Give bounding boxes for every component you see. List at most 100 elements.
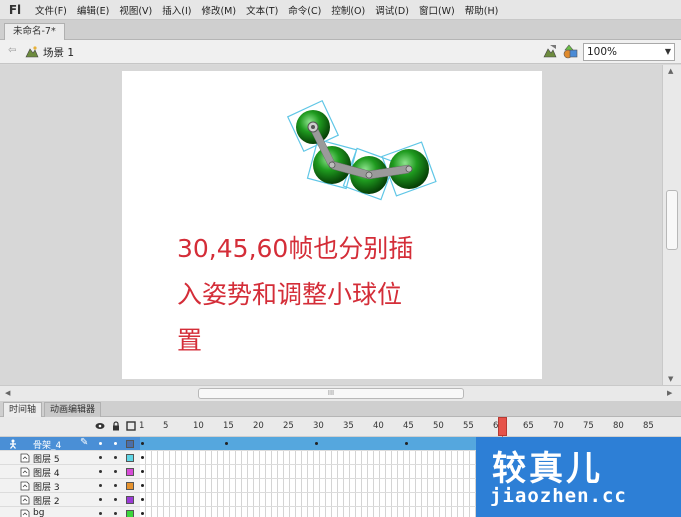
keyframe[interactable] (141, 512, 144, 515)
keyframe[interactable] (405, 442, 408, 445)
ruler-tick-label: 70 (553, 421, 564, 431)
layer-name[interactable]: 图层 2 (33, 494, 60, 507)
watermark: 较真儿 jiaozhen.cc (476, 437, 681, 517)
visibility-dot[interactable] (99, 512, 102, 515)
visibility-dot[interactable] (99, 470, 102, 473)
app-logo: Fl (8, 2, 22, 17)
caption-line: 30,45,60帧也分别插 (177, 234, 414, 263)
layer-icon (20, 453, 30, 463)
lock-dot[interactable] (114, 470, 117, 473)
horizontal-scrollbar[interactable]: ◀ III ▶ (0, 385, 681, 401)
layer-row[interactable]: 骨架_4 ✎ (0, 437, 140, 451)
lock-dot[interactable] (114, 442, 117, 445)
menu-item[interactable]: 插入(I) (157, 3, 196, 17)
menu-item[interactable]: 文件(F) (30, 3, 72, 17)
ruler-tick-label: 1 (139, 421, 145, 431)
vertical-scrollbar[interactable]: ▲ ▼ (662, 65, 681, 385)
timeline-header: 1510152025303540455055606570758085 (0, 417, 681, 437)
layer-row[interactable]: 图层 3 (0, 479, 140, 493)
menu-item[interactable]: 控制(O) (326, 3, 370, 17)
layer-outline-swatch[interactable] (126, 496, 134, 504)
horizontal-scroll-thumb[interactable]: III (198, 388, 464, 399)
scroll-left-icon[interactable]: ◀ (5, 389, 10, 397)
ruler-tick-label: 30 (313, 421, 324, 431)
ruler-tick-label: 50 (433, 421, 444, 431)
zoom-value: 100% (587, 46, 618, 58)
scene-label[interactable]: 场景 1 (43, 45, 74, 60)
menu-item[interactable]: 命令(C) (283, 3, 326, 17)
playhead[interactable] (498, 417, 507, 436)
edit-bar: ⇦ 场景 1 100% ▼ (0, 40, 681, 64)
lock-dot[interactable] (114, 512, 117, 515)
caption-line: 入姿势和调整小球位 (177, 280, 403, 309)
edit-symbols-icon[interactable] (563, 44, 579, 59)
layer-row[interactable]: 图层 2 (0, 493, 140, 507)
layer-name[interactable]: 图层 5 (33, 452, 60, 465)
layer-outline-swatch[interactable] (126, 440, 134, 448)
layer-outline-swatch[interactable] (126, 468, 134, 476)
keyframe[interactable] (225, 442, 228, 445)
scroll-right-icon[interactable]: ▶ (667, 389, 672, 397)
layer-name[interactable]: 图层 4 (33, 466, 60, 479)
menu-item[interactable]: 编辑(E) (72, 3, 114, 17)
back-arrow-icon[interactable]: ⇦ (8, 45, 16, 56)
layer-outline-swatch[interactable] (126, 454, 134, 462)
watermark-title: 较真儿 (492, 449, 603, 489)
ruler-tick-label: 40 (373, 421, 384, 431)
layer-row[interactable]: 图层 4 (0, 465, 140, 479)
tab-motion-editor[interactable]: 动画编辑器 (44, 402, 102, 417)
visibility-dot[interactable] (99, 484, 102, 487)
vertical-scroll-thumb[interactable] (666, 190, 678, 250)
ruler-tick-label: 55 (463, 421, 474, 431)
menu-item[interactable]: 视图(V) (114, 3, 157, 17)
visibility-dot[interactable] (99, 498, 102, 501)
menu-item[interactable]: 文本(T) (241, 3, 283, 17)
keyframe[interactable] (141, 484, 144, 487)
document-tab[interactable]: 未命名-7* (4, 23, 65, 40)
watermark-url: jiaozhen.cc (490, 485, 627, 507)
zoom-select[interactable]: 100% ▼ (583, 43, 675, 61)
ruler-tick-label: 25 (283, 421, 294, 431)
menu-item[interactable]: 调试(D) (370, 3, 414, 17)
ruler-tick-label: 75 (583, 421, 594, 431)
keyframe[interactable] (141, 498, 144, 501)
eye-icon[interactable] (95, 421, 105, 431)
menu-item[interactable]: 修改(M) (196, 3, 241, 17)
layer-row[interactable]: 图层 5 (0, 451, 140, 465)
lock-dot[interactable] (114, 456, 117, 459)
layer-outline-swatch[interactable] (126, 482, 134, 490)
menu-item[interactable]: 窗口(W) (414, 3, 460, 17)
layer-icon (20, 481, 30, 491)
layer-name[interactable]: 骨架_4 (33, 438, 61, 451)
layer-outline-swatch[interactable] (126, 510, 134, 517)
keyframe[interactable] (141, 442, 144, 445)
layer-icon (20, 467, 30, 477)
edit-scene-icon[interactable] (542, 44, 558, 59)
ruler-tick-label: 35 (343, 421, 354, 431)
chevron-down-icon: ▼ (664, 47, 671, 56)
lock-dot[interactable] (114, 484, 117, 487)
scroll-down-icon[interactable]: ▼ (668, 375, 673, 383)
layer-name[interactable]: 图层 3 (33, 480, 60, 493)
menu-item[interactable]: 帮助(H) (460, 3, 504, 17)
panel-tab-bar: 时间轴 动画编辑器 (0, 401, 681, 417)
keyframe[interactable] (315, 442, 318, 445)
keyframe[interactable] (141, 470, 144, 473)
visibility-dot[interactable] (99, 456, 102, 459)
ruler-tick-label: 45 (403, 421, 414, 431)
layer-icon (20, 509, 30, 517)
tab-timeline[interactable]: 时间轴 (3, 402, 43, 417)
ruler-tick-label: 85 (643, 421, 654, 431)
lock-dot[interactable] (114, 498, 117, 501)
document-tab-bar: 未命名-7* (0, 20, 681, 40)
keyframe[interactable] (141, 456, 144, 459)
stage[interactable]: 30,45,60帧也分别插 入姿势和调整小球位 置 (122, 71, 542, 379)
scroll-up-icon[interactable]: ▲ (668, 67, 673, 75)
outline-icon[interactable] (126, 421, 136, 431)
lock-icon[interactable] (111, 421, 121, 431)
layer-row[interactable]: bg (0, 507, 140, 517)
ruler-tick-label: 5 (163, 421, 169, 431)
ruler-tick-label: 10 (193, 421, 204, 431)
visibility-dot[interactable] (99, 442, 102, 445)
layer-name[interactable]: bg (33, 508, 44, 517)
